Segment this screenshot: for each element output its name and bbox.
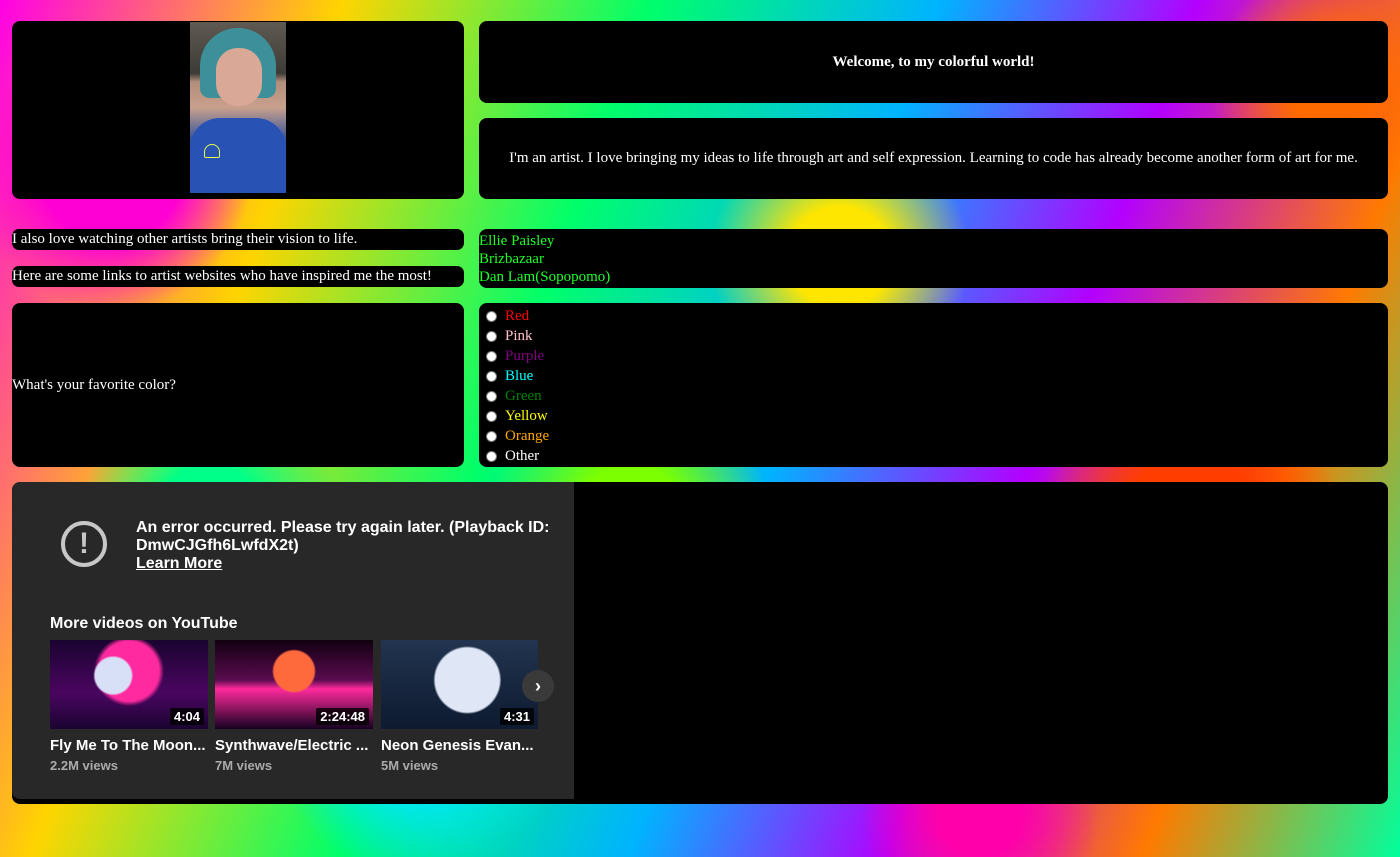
radio-button[interactable] <box>486 350 497 362</box>
video-views: 5M views <box>381 758 439 773</box>
color-question-panel: What's your favorite color? <box>12 303 464 467</box>
bio-text: I'm an artist. I love bringing my ideas … <box>509 150 1358 166</box>
artist-link-ellie-paisley[interactable]: Ellie Paisley <box>479 232 1388 250</box>
radio-button[interactable] <box>486 390 497 402</box>
video-duration: 4:31 <box>499 708 534 725</box>
color-option-blue[interactable]: Blue <box>479 366 1388 386</box>
video-card[interactable]: 4:04 Fly Me To The Moon... 2.2M views <box>50 640 208 773</box>
artist-links-panel: Ellie Paisley Brizbazaar Dan Lam(Sopopom… <box>479 229 1388 288</box>
color-option-pink[interactable]: Pink <box>479 326 1388 346</box>
error-message: An error occurred. Please try again late… <box>136 519 556 573</box>
color-label[interactable]: Purple <box>505 346 544 366</box>
video-duration: 2:24:48 <box>316 708 369 725</box>
video-views: 2.2M views <box>50 758 118 773</box>
video-duration: 4:04 <box>169 708 204 725</box>
video-title[interactable]: Synthwave/Electric ... <box>215 737 373 754</box>
artist-link-dan-lam[interactable]: Dan Lam(Sopopomo) <box>479 268 1388 286</box>
video-title[interactable]: Neon Genesis Evan... <box>381 737 538 754</box>
learn-more-link[interactable]: Learn More <box>136 555 556 573</box>
chevron-right-icon[interactable]: › <box>522 670 554 702</box>
more-videos-heading: More videos on YouTube <box>50 615 238 632</box>
color-option-purple[interactable]: Purple <box>479 346 1388 366</box>
video-title[interactable]: Fly Me To The Moon... <box>50 737 208 754</box>
color-label[interactable]: Other <box>505 446 539 466</box>
color-option-green[interactable]: Green <box>479 386 1388 406</box>
color-label[interactable]: Blue <box>505 366 533 386</box>
radio-button[interactable] <box>486 430 497 442</box>
video-card[interactable]: 2:24:48 Synthwave/Electric ... 7M views <box>215 640 373 773</box>
color-label[interactable]: Orange <box>505 426 549 446</box>
video-thumbnail[interactable]: 4:04 <box>50 640 208 729</box>
radio-button[interactable] <box>486 330 497 342</box>
welcome-heading: Welcome, to my colorful world! <box>832 53 1035 70</box>
color-label[interactable]: Green <box>505 386 542 406</box>
color-option-red[interactable]: Red <box>479 306 1388 326</box>
radio-button[interactable] <box>486 370 497 382</box>
video-panel: ! An error occurred. Please try again la… <box>12 482 1388 804</box>
color-option-other[interactable]: Other <box>479 446 1388 466</box>
bio-panel: I'm an artist. I love bringing my ideas … <box>479 118 1388 199</box>
artist-link-brizbazaar[interactable]: Brizbazaar <box>479 250 1388 268</box>
error-line-1: An error occurred. Please try again late… <box>136 519 550 536</box>
artists-intro-panel: I also love watching other artists bring… <box>12 229 464 250</box>
color-option-yellow[interactable]: Yellow <box>479 406 1388 426</box>
color-question-text: What's your favorite color? <box>12 376 176 393</box>
links-intro-text: Here are some links to artist websites w… <box>12 268 432 284</box>
color-label[interactable]: Pink <box>505 326 533 346</box>
error-line-2: DmwCJGfh6LwfdX2t) <box>136 537 299 554</box>
radio-button[interactable] <box>486 450 497 462</box>
profile-photo <box>190 22 286 193</box>
color-option-orange[interactable]: Orange <box>479 426 1388 446</box>
radio-button[interactable] <box>486 310 497 322</box>
video-views: 7M views <box>215 758 273 773</box>
welcome-panel: Welcome, to my colorful world! <box>479 21 1388 103</box>
color-label[interactable]: Yellow <box>505 406 548 426</box>
profile-photo-panel <box>12 21 464 199</box>
color-options-panel: Red Pink Purple Blue Green Yellow Orange… <box>479 303 1388 467</box>
color-label[interactable]: Red <box>505 306 529 326</box>
video-thumbnail[interactable]: 2:24:48 <box>215 640 373 729</box>
video-thumbnail[interactable]: 4:31 <box>381 640 538 729</box>
youtube-embed[interactable]: ! An error occurred. Please try again la… <box>12 482 574 799</box>
error-icon: ! <box>61 521 107 567</box>
links-intro-panel: Here are some links to artist websites w… <box>12 266 464 287</box>
artists-intro-text: I also love watching other artists bring… <box>12 231 358 247</box>
radio-button[interactable] <box>486 410 497 422</box>
video-card[interactable]: 4:31 Neon Genesis Evan... 5M views <box>381 640 538 773</box>
